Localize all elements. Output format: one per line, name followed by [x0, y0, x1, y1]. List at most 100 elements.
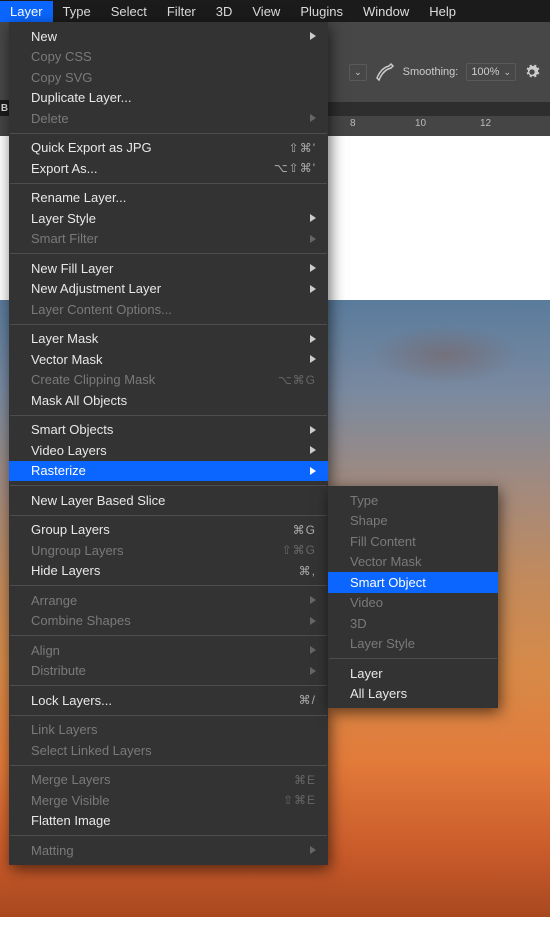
layer-menu-item-merge-visible: Merge Visible⇧⌘E: [9, 790, 328, 811]
menubar-item-view[interactable]: View: [242, 1, 290, 22]
menu-item-shortcut: ⇧⌘G: [268, 543, 316, 557]
menu-item-label: Group Layers: [31, 522, 268, 537]
menu-item-label: Align: [31, 643, 302, 658]
submenu-arrow-icon: [310, 667, 316, 675]
menu-item-label: Quick Export as JPG: [31, 140, 268, 155]
layer-menu-item-smart-objects[interactable]: Smart Objects: [9, 420, 328, 441]
menu-separator: [10, 685, 327, 686]
menu-item-shortcut: ⌘/: [268, 693, 316, 707]
pressure-icon[interactable]: [375, 62, 395, 82]
submenu-arrow-icon: [310, 335, 316, 343]
rasterize-submenu: TypeShapeFill ContentVector MaskSmart Ob…: [328, 486, 498, 708]
menu-item-label: Layer Style: [350, 636, 486, 651]
layer-menu-item-quick-export-as-jpg[interactable]: Quick Export as JPG⇧⌘': [9, 138, 328, 159]
menu-item-label: All Layers: [350, 686, 486, 701]
menu-item-label: New Layer Based Slice: [31, 493, 316, 508]
ruler-mark: 10: [415, 118, 426, 129]
rasterize-item-video: Video: [328, 593, 498, 614]
layer-menu-item-copy-svg: Copy SVG: [9, 67, 328, 88]
menu-item-label: Video Layers: [31, 443, 302, 458]
menu-separator: [10, 253, 327, 254]
menu-item-label: Vector Mask: [31, 352, 302, 367]
layer-menu-item-link-layers: Link Layers: [9, 720, 328, 741]
menu-item-label: Distribute: [31, 663, 302, 678]
menu-item-label: Duplicate Layer...: [31, 90, 316, 105]
menubar-item-filter[interactable]: Filter: [157, 1, 206, 22]
menu-item-label: Type: [350, 493, 486, 508]
menu-item-label: Layer Style: [31, 211, 302, 226]
ruler-mark: 12: [480, 118, 491, 129]
chevron-down-icon: ⌄: [503, 67, 511, 78]
menu-item-label: Copy SVG: [31, 70, 316, 85]
layer-menu-item-new-adjustment-layer[interactable]: New Adjustment Layer: [9, 279, 328, 300]
menu-item-label: New Adjustment Layer: [31, 281, 302, 296]
layer-menu-item-delete: Delete: [9, 108, 328, 129]
menu-item-label: Layer Mask: [31, 331, 302, 346]
gear-icon[interactable]: [524, 64, 540, 80]
menu-item-label: 3D: [350, 616, 486, 631]
menu-item-shortcut: ⌘,: [268, 564, 316, 578]
menubar-item-help[interactable]: Help: [419, 1, 466, 22]
rasterize-item-layer[interactable]: Layer: [328, 663, 498, 684]
menu-separator: [329, 658, 497, 659]
menu-item-label: Rasterize: [31, 463, 302, 478]
menu-item-label: Copy CSS: [31, 49, 316, 64]
rasterize-item-3d: 3D: [328, 613, 498, 634]
submenu-arrow-icon: [310, 426, 316, 434]
bottom-edge: [0, 917, 550, 929]
menu-item-label: Link Layers: [31, 722, 316, 737]
submenu-arrow-icon: [310, 355, 316, 363]
layer-menu-item-flatten-image[interactable]: Flatten Image: [9, 811, 328, 832]
submenu-arrow-icon: [310, 114, 316, 122]
layer-menu-item-new-fill-layer[interactable]: New Fill Layer: [9, 258, 328, 279]
menubar-item-type[interactable]: Type: [53, 1, 101, 22]
menu-item-label: Smart Objects: [31, 422, 302, 437]
layer-menu-item-lock-layers[interactable]: Lock Layers...⌘/: [9, 690, 328, 711]
menu-item-label: Merge Layers: [31, 772, 268, 787]
layer-menu-item-group-layers[interactable]: Group Layers⌘G: [9, 520, 328, 541]
menubar-item-select[interactable]: Select: [101, 1, 157, 22]
menu-item-label: Smart Filter: [31, 231, 302, 246]
menu-item-shortcut: ⇧⌘E: [268, 793, 316, 807]
menu-item-label: Combine Shapes: [31, 613, 302, 628]
menu-item-label: Hide Layers: [31, 563, 268, 578]
mode-dropdown[interactable]: ⌄: [349, 64, 367, 81]
rasterize-item-vector-mask: Vector Mask: [328, 552, 498, 573]
layer-menu-item-mask-all-objects[interactable]: Mask All Objects: [9, 390, 328, 411]
submenu-arrow-icon: [310, 264, 316, 272]
menu-item-label: Delete: [31, 111, 302, 126]
rasterize-item-type: Type: [328, 490, 498, 511]
smoothing-dropdown[interactable]: 100% ⌄: [466, 63, 516, 81]
menu-item-label: Arrange: [31, 593, 302, 608]
menu-separator: [10, 485, 327, 486]
rasterize-item-layer-style: Layer Style: [328, 634, 498, 655]
rasterize-item-all-layers[interactable]: All Layers: [328, 684, 498, 705]
layer-menu-item-rasterize[interactable]: Rasterize: [9, 461, 328, 482]
menu-separator: [10, 324, 327, 325]
layer-menu-item-vector-mask[interactable]: Vector Mask: [9, 349, 328, 370]
submenu-arrow-icon: [310, 235, 316, 243]
menubar-item-window[interactable]: Window: [353, 1, 419, 22]
layer-menu-item-layer-mask[interactable]: Layer Mask: [9, 329, 328, 350]
menu-item-label: Matting: [31, 843, 302, 858]
layer-menu-item-export-as[interactable]: Export As...⌥⇧⌘': [9, 158, 328, 179]
rasterize-item-smart-object[interactable]: Smart Object: [328, 572, 498, 593]
layer-menu-item-hide-layers[interactable]: Hide Layers⌘,: [9, 561, 328, 582]
menubar: Layer Type Select Filter 3D View Plugins…: [0, 0, 550, 22]
layer-menu-item-layer-style[interactable]: Layer Style: [9, 208, 328, 229]
ruler-mark: 8: [350, 118, 356, 129]
submenu-arrow-icon: [310, 32, 316, 40]
submenu-arrow-icon: [310, 646, 316, 654]
layer-menu-item-new-layer-based-slice[interactable]: New Layer Based Slice: [9, 490, 328, 511]
menu-item-label: Lock Layers...: [31, 693, 268, 708]
layer-menu-item-video-layers[interactable]: Video Layers: [9, 440, 328, 461]
menu-item-shortcut: ⇧⌘': [268, 141, 316, 155]
layer-menu-item-duplicate-layer[interactable]: Duplicate Layer...: [9, 88, 328, 109]
layer-menu-item-new[interactable]: New: [9, 26, 328, 47]
menubar-item-plugins[interactable]: Plugins: [290, 1, 353, 22]
menu-item-shortcut: ⌘E: [268, 773, 316, 787]
submenu-arrow-icon: [310, 846, 316, 854]
layer-menu-item-rename-layer[interactable]: Rename Layer...: [9, 188, 328, 209]
menubar-item-3d[interactable]: 3D: [206, 1, 243, 22]
menubar-item-layer[interactable]: Layer: [0, 1, 53, 22]
